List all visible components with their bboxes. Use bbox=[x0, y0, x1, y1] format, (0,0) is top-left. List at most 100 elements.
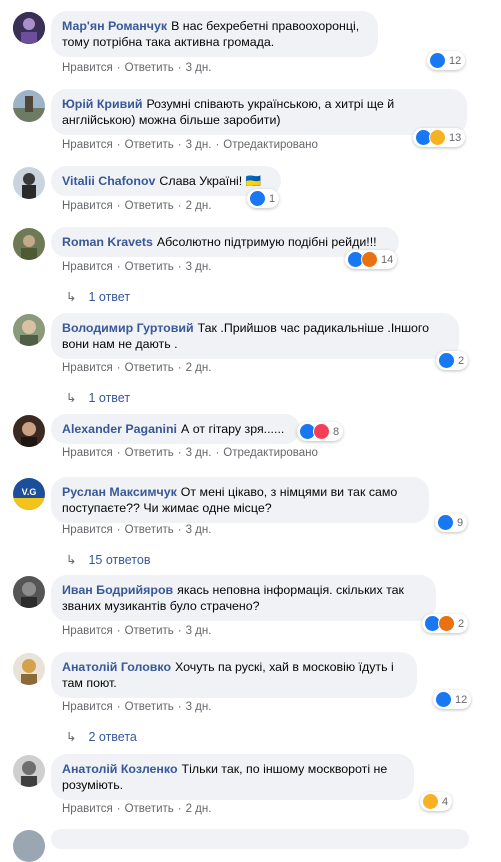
comment-text: А от гітару зря...... bbox=[181, 422, 285, 436]
reactions-summary[interactable]: 12 bbox=[427, 51, 466, 70]
comment-bubble: Иван Бодрийяров якась неповна інформація.… bbox=[51, 575, 436, 621]
comment-author[interactable]: Юрій Кривий bbox=[62, 97, 142, 111]
reply-button[interactable]: Ответить bbox=[125, 447, 174, 459]
comment-actions: Нравится · Ответить · 3 дн. · Отредактировано bbox=[62, 447, 318, 459]
comment-author[interactable]: Руслан Максимчук bbox=[62, 485, 177, 499]
avatar[interactable] bbox=[13, 314, 45, 346]
comment-timestamp[interactable]: 3 дн. bbox=[186, 261, 212, 273]
avatar[interactable] bbox=[13, 653, 45, 685]
comment-text: Слава Україні! 🇺🇦 bbox=[159, 174, 262, 188]
separator: · bbox=[116, 625, 121, 637]
avatar[interactable] bbox=[13, 576, 45, 608]
comment-author[interactable]: Володимир Гуртовий bbox=[62, 321, 194, 335]
separator: · bbox=[177, 524, 182, 536]
reactions-summary[interactable]: 2 bbox=[436, 351, 469, 370]
separator: · bbox=[177, 62, 182, 74]
like-button[interactable]: Нравится bbox=[62, 701, 113, 713]
reactions-summary[interactable]: 9 bbox=[435, 513, 468, 532]
reactions-summary[interactable]: 12 bbox=[433, 690, 472, 709]
comment-author[interactable]: Alexander Paganini bbox=[62, 422, 177, 436]
reply-button[interactable]: Ответить bbox=[125, 803, 174, 815]
avatar[interactable] bbox=[13, 90, 45, 122]
reply-button[interactable]: Ответить bbox=[125, 139, 174, 151]
comment-timestamp[interactable]: 3 дн. bbox=[186, 524, 212, 536]
like-button[interactable]: Нравится bbox=[62, 625, 113, 637]
view-replies-link[interactable]: ↳ 1 ответ bbox=[66, 390, 130, 405]
comment-timestamp[interactable]: 3 дн. bbox=[186, 62, 212, 74]
avatar[interactable] bbox=[13, 12, 45, 44]
edited-label[interactable]: Отредактировано bbox=[223, 139, 318, 151]
like-button[interactable]: Нравится bbox=[62, 62, 113, 74]
reaction-count: 12 bbox=[455, 693, 468, 706]
comment-timestamp[interactable]: 3 дн. bbox=[186, 139, 212, 151]
separator: · bbox=[177, 447, 182, 459]
reply-button[interactable]: Ответить bbox=[125, 625, 174, 637]
reply-button[interactable]: Ответить bbox=[125, 362, 174, 374]
reply-arrow-icon: ↳ bbox=[66, 730, 77, 744]
separator: · bbox=[116, 524, 121, 536]
comment-timestamp[interactable]: 2 дн. bbox=[186, 362, 212, 374]
avatar[interactable] bbox=[13, 415, 45, 447]
view-replies-link[interactable]: ↳ 1 ответ bbox=[66, 289, 130, 304]
reply-button[interactable]: Ответить bbox=[125, 200, 174, 212]
comment-text: Абсолютно підтримую подібні рейди!!! bbox=[156, 235, 377, 249]
reactions-summary[interactable]: 1 bbox=[247, 189, 280, 208]
comment-timestamp[interactable]: 3 дн. bbox=[186, 701, 212, 713]
separator: · bbox=[215, 139, 220, 151]
view-replies-link[interactable]: ↳ 15 ответов bbox=[66, 552, 150, 567]
reactions-summary[interactable]: 2 bbox=[422, 614, 469, 633]
comment-author[interactable]: Vitalii Chafonov bbox=[62, 174, 155, 188]
separator: · bbox=[116, 447, 121, 459]
reaction-count: 9 bbox=[457, 516, 464, 529]
like-button[interactable]: Нравится bbox=[62, 362, 113, 374]
comment-author[interactable]: Мар'ян Романчук bbox=[62, 19, 167, 33]
reactions-summary[interactable]: 14 bbox=[345, 250, 398, 269]
comment-timestamp[interactable]: 3 дн. bbox=[186, 625, 212, 637]
avatar[interactable] bbox=[13, 755, 45, 787]
separator: · bbox=[215, 447, 220, 459]
replies-count: 15 ответов bbox=[88, 553, 151, 567]
comment-bubble: Анатолій Головко Хочуть па рускі, хай в м… bbox=[51, 652, 417, 698]
avatar[interactable] bbox=[13, 228, 45, 260]
comment-author[interactable]: Иван Бодрийяров bbox=[62, 583, 173, 597]
reply-button[interactable]: Ответить bbox=[125, 261, 174, 273]
avatar[interactable] bbox=[13, 167, 45, 199]
comment-bubble bbox=[51, 829, 469, 849]
separator: · bbox=[177, 701, 182, 713]
comment-bubble: Володимир Гуртовий Так .Прийшов час радик… bbox=[51, 313, 459, 359]
comment-bubble: Alexander Paganini А от гітару зря...... bbox=[51, 414, 300, 444]
like-button[interactable]: Нравится bbox=[62, 447, 113, 459]
avatar[interactable]: V.G bbox=[13, 478, 45, 510]
comment-actions: Нравится · Ответить · 3 дн. · Отредактировано bbox=[62, 139, 318, 151]
reply-button[interactable]: Ответить bbox=[125, 62, 174, 74]
reactions-summary[interactable]: 13 bbox=[413, 128, 466, 147]
separator: · bbox=[177, 803, 182, 815]
edited-label[interactable]: Отредактировано bbox=[223, 447, 318, 459]
like-button[interactable]: Нравится bbox=[62, 261, 113, 273]
like-button[interactable]: Нравится bbox=[62, 803, 113, 815]
reactions-summary[interactable]: 4 bbox=[420, 792, 453, 811]
reply-button[interactable]: Ответить bbox=[125, 524, 174, 536]
separator: · bbox=[177, 261, 182, 273]
reply-button[interactable]: Ответить bbox=[125, 701, 174, 713]
reactions-summary[interactable]: 8 bbox=[297, 422, 344, 441]
like-button[interactable]: Нравится bbox=[62, 139, 113, 151]
view-replies-link[interactable]: ↳ 2 ответа bbox=[66, 729, 137, 744]
avatar[interactable] bbox=[13, 830, 45, 862]
comment-author[interactable]: Анатолій Головко bbox=[62, 660, 171, 674]
like-button[interactable]: Нравится bbox=[62, 200, 113, 212]
replies-count: 1 ответ bbox=[88, 391, 131, 405]
replies-count: 1 ответ bbox=[88, 290, 131, 304]
comment-timestamp[interactable]: 3 дн. bbox=[186, 447, 212, 459]
reply-arrow-icon: ↳ bbox=[66, 553, 77, 567]
angry-reaction-icon bbox=[361, 251, 378, 268]
comment-bubble: Юрій Кривий Розумні співають українською,… bbox=[51, 89, 467, 135]
comment-timestamp[interactable]: 2 дн. bbox=[186, 200, 212, 212]
comment-timestamp[interactable]: 2 дн. bbox=[186, 803, 212, 815]
separator: · bbox=[116, 362, 121, 374]
like-button[interactable]: Нравится bbox=[62, 524, 113, 536]
comment-author[interactable]: Roman Kravets bbox=[62, 235, 153, 249]
separator: · bbox=[177, 200, 182, 212]
reaction-count: 13 bbox=[449, 131, 462, 144]
comment-author[interactable]: Анатолій Козленко bbox=[62, 762, 178, 776]
